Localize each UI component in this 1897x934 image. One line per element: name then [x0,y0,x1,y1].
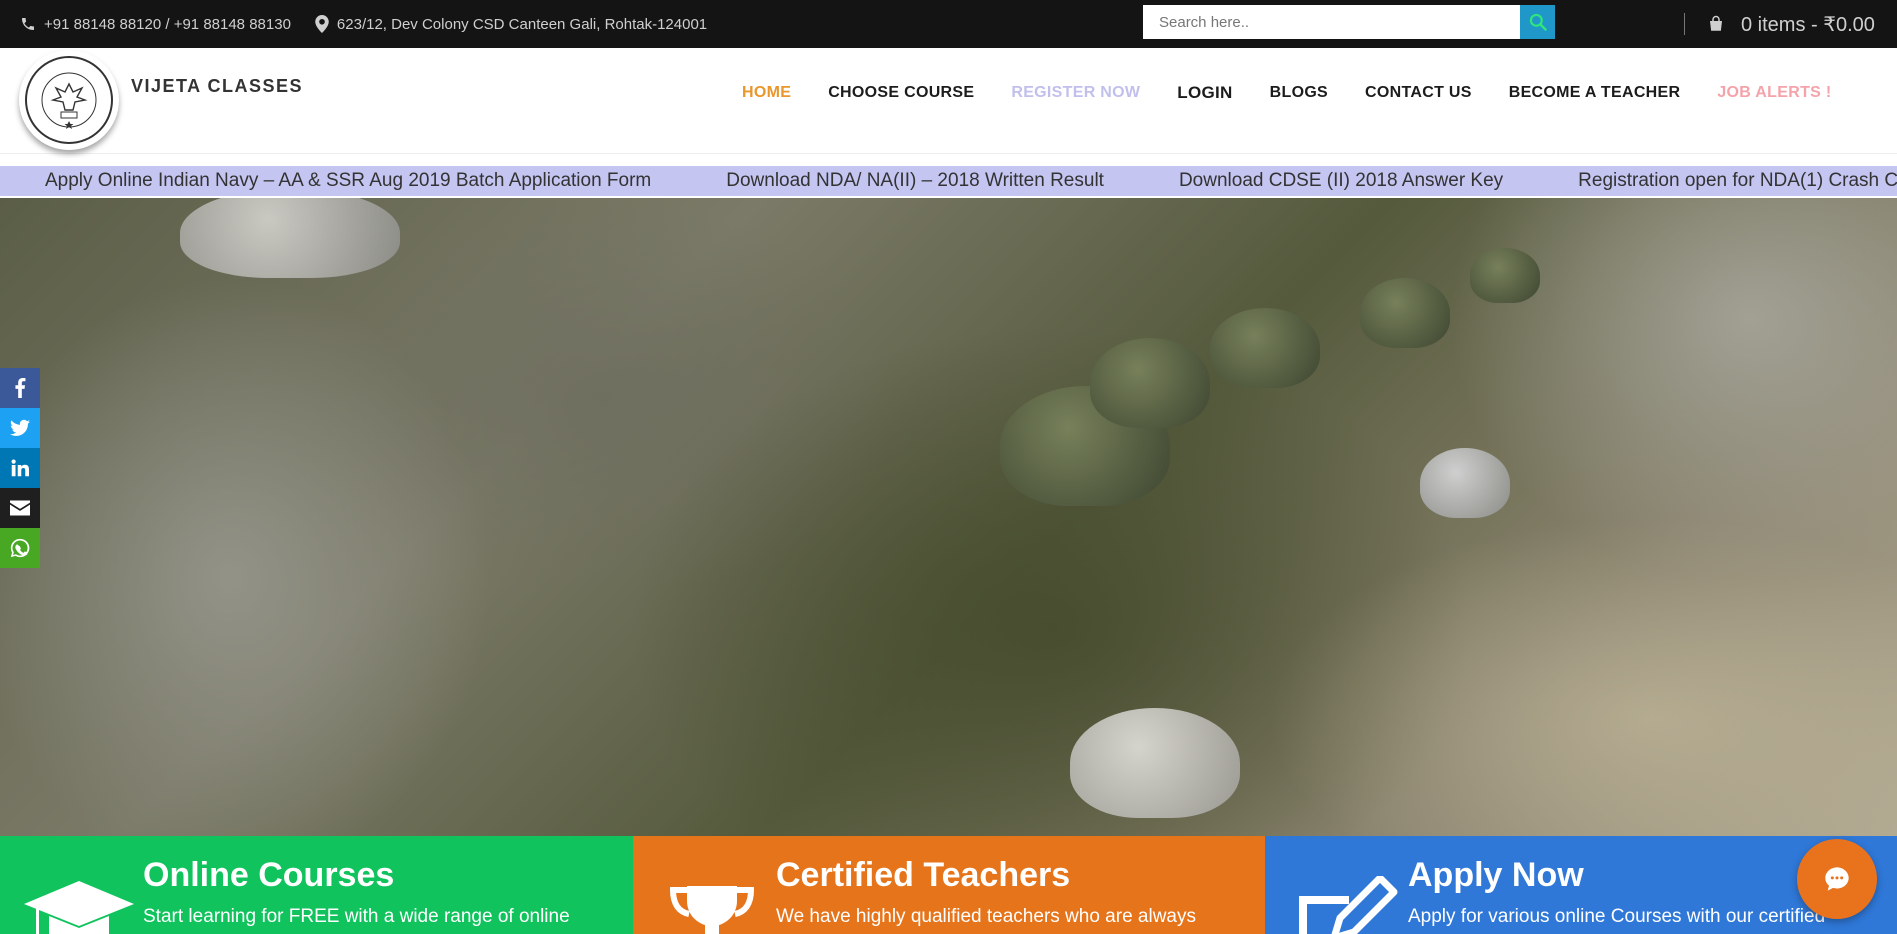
logo-emblem [25,56,113,144]
top-bar: +91 88148 88120 / +91 88148 88130 623/12… [0,0,1897,48]
chat-button[interactable] [1797,839,1877,919]
chat-bubble-icon [1825,867,1849,891]
contact-info: +91 88148 88120 / +91 88148 88130 623/12… [20,0,707,48]
whatsapp-share-button[interactable] [0,528,40,568]
cart-text: 0 items - ₹0.00 [1741,13,1875,36]
news-ticker: Apply Online Indian Navy – AA & SSR Aug … [0,166,1897,196]
twitter-icon [10,419,30,436]
ticker-item[interactable]: Download CDSE (II) 2018 Answer Key [1179,170,1503,192]
feature-description: Start learning for FREE with a wide rang… [143,906,570,927]
email-share-button[interactable] [0,488,40,528]
search-form [1143,5,1555,39]
email-icon [10,500,30,516]
address-text: 623/12, Dev Colony CSD Canteen Gali, Roh… [336,15,708,33]
phone-icon [22,18,34,30]
nav-blogs[interactable]: BLOGS [1270,84,1328,102]
search-button[interactable] [1520,5,1555,39]
facebook-share-button[interactable] [0,368,40,408]
main-nav: HOME CHOOSE COURSE REGISTER NOW LOGIN BL… [742,78,1868,108]
helmet-shape [1070,708,1240,818]
helmet-shape [1210,308,1320,388]
feature-title: Certified Teachers [776,856,1071,894]
phone-info: +91 88148 88120 / +91 88148 88130 [20,16,291,33]
map-marker-icon [315,15,329,33]
shopping-bag-icon [1710,15,1722,31]
address-info: 623/12, Dev Colony CSD Canteen Gali, Roh… [315,15,707,33]
feature-description: Apply for various online Courses with ou… [1408,906,1826,927]
nav-home[interactable]: HOME [742,84,791,102]
helmet-shape [1470,248,1540,303]
feature-description: We have highly qualified teachers who ar… [776,906,1196,927]
helmet-shape [180,198,400,278]
edit-pencil-icon [1299,876,1398,934]
feature-title: Online Courses [143,856,395,894]
whatsapp-icon [10,538,30,558]
nav-job-alerts[interactable]: JOB ALERTS ! [1717,84,1831,102]
ticker-item[interactable]: Download NDA/ NA(II) – 2018 Written Resu… [726,170,1104,192]
phone-text: +91 88148 88120 / +91 88148 88130 [44,15,291,33]
hero-banner-image [0,198,1897,836]
feature-strip: Online Courses Start learning for FREE w… [0,836,1897,934]
search-icon [1529,13,1547,31]
twitter-share-button[interactable] [0,408,40,448]
nav-register-now[interactable]: REGISTER NOW [1011,84,1140,102]
linkedin-icon [11,459,29,477]
nav-login[interactable]: LOGIN [1177,83,1232,103]
helmet-shape [1360,278,1450,348]
feature-title: Apply Now [1408,856,1584,894]
feature-online-courses[interactable]: Online Courses Start learning for FREE w… [0,836,633,934]
site-header: VIJETA CLASSES HOME CHOOSE COURSE REGIST… [0,48,1897,154]
linkedin-share-button[interactable] [0,448,40,488]
ticker-item[interactable]: Apply Online Indian Navy – AA & SSR Aug … [45,170,651,192]
brand-name: VIJETA CLASSES [131,76,304,96]
cart-summary[interactable]: 0 items - ₹0.00 [1684,0,1875,48]
eagle-emblem-icon [41,72,97,129]
social-share-bar [0,368,40,568]
facebook-icon [15,378,26,398]
nav-contact-us[interactable]: CONTACT US [1365,84,1472,102]
divider [1684,13,1685,35]
trophy-icon [669,886,755,934]
search-input[interactable] [1143,5,1520,39]
nav-become-a-teacher[interactable]: BECOME A TEACHER [1509,84,1681,102]
site-logo[interactable] [19,50,119,150]
helmet-shape [1420,448,1510,518]
ticker-item[interactable]: Registration open for NDA(1) Crash Cours… [1578,170,1897,192]
ticker-track: Apply Online Indian Navy – AA & SSR Aug … [45,166,1897,196]
helmet-shape [1090,338,1210,428]
graduation-cap-icon [24,881,134,934]
nav-choose-course[interactable]: CHOOSE COURSE [828,84,974,102]
feature-certified-teachers[interactable]: Certified Teachers We have highly qualif… [633,836,1265,934]
